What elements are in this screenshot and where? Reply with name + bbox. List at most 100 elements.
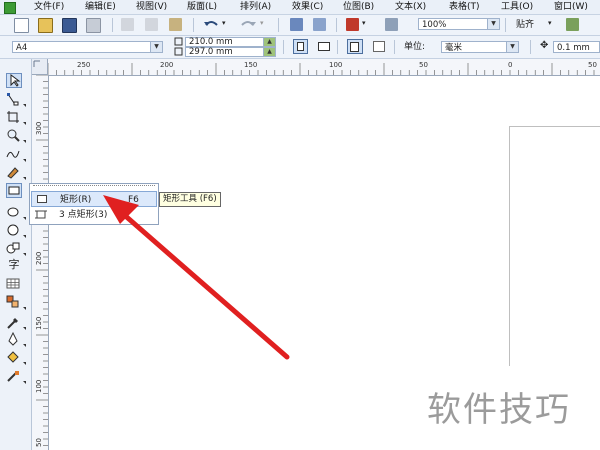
width-spinner-icon[interactable]: ▲ xyxy=(263,38,275,46)
save-icon[interactable] xyxy=(62,18,77,33)
ruler-label: 100 xyxy=(35,379,43,393)
flyout-indicator-icon xyxy=(23,327,26,330)
ruler-origin-icon xyxy=(33,60,40,67)
smart-fill-tool[interactable] xyxy=(6,165,26,180)
menu-arrange[interactable]: 排列(A) xyxy=(240,1,271,13)
flyout-item-rectangle[interactable]: 矩形(R) F6 xyxy=(31,191,157,207)
undo-icon[interactable] xyxy=(203,18,219,31)
options-icon[interactable] xyxy=(566,18,579,31)
import-icon[interactable] xyxy=(290,18,303,31)
vertical-ruler[interactable]: 300 250 200 150 100 50 xyxy=(32,75,49,450)
flyout-indicator-icon xyxy=(23,307,26,310)
flyout-indicator-icon xyxy=(23,104,26,107)
menu-edit[interactable]: 编辑(E) xyxy=(85,1,116,13)
launcher-dropdown-icon[interactable]: ▾ xyxy=(362,19,366,27)
portrait-button[interactable] xyxy=(293,39,308,54)
menu-tools[interactable]: 工具(O) xyxy=(501,1,533,13)
ruler-label: 300 xyxy=(35,121,43,135)
flyout-item-3-point-rectangle[interactable]: 3 点矩形(3) xyxy=(31,207,157,223)
ruler-label: 250 xyxy=(77,61,91,69)
all-pages-button[interactable] xyxy=(347,39,363,54)
paste-icon[interactable] xyxy=(169,18,182,31)
rectangle-tool-flyout: 矩形(R) F6 3 点矩形(3) xyxy=(29,183,159,225)
separator xyxy=(112,18,113,32)
redo-icon[interactable] xyxy=(240,18,256,31)
flyout-indicator-icon xyxy=(23,362,26,365)
page-height-input[interactable]: 297.0 mm ▲ xyxy=(185,47,276,57)
application-launcher-icon[interactable] xyxy=(346,18,359,31)
text-tool[interactable]: 字 xyxy=(6,258,22,273)
flyout-indicator-icon xyxy=(23,217,26,220)
basic-shapes-tool[interactable] xyxy=(6,241,26,256)
welcome-screen-icon[interactable] xyxy=(385,18,398,31)
print-icon[interactable] xyxy=(86,18,101,33)
ruler-label: 200 xyxy=(160,61,174,69)
pick-tool[interactable] xyxy=(6,73,22,88)
menu-table[interactable]: 表格(T) xyxy=(449,1,480,13)
nudge-distance-input[interactable]: 0.1 mm xyxy=(553,41,600,53)
app-logo-icon[interactable] xyxy=(4,2,16,14)
table-tool[interactable] xyxy=(6,277,22,292)
horizontal-ruler[interactable]: 250 200 150 100 50 0 50 xyxy=(48,59,600,76)
chevron-down-icon[interactable]: ▼ xyxy=(150,42,162,52)
crop-tool[interactable] xyxy=(6,110,26,125)
rectangle-icon xyxy=(37,195,47,203)
interactive-fill-tool[interactable] xyxy=(6,369,26,384)
freehand-tool[interactable] xyxy=(6,147,26,162)
paper-size-combo[interactable]: A4 ▼ xyxy=(12,41,163,53)
ruler-label: 150 xyxy=(35,316,43,330)
flyout-indicator-icon xyxy=(23,159,26,162)
freehand-curve-icon xyxy=(6,150,20,158)
menu-text[interactable]: 文本(X) xyxy=(395,1,426,13)
separator xyxy=(193,18,194,32)
nudge-icon: ✥ xyxy=(540,40,549,51)
landscape-icon[interactable] xyxy=(318,42,330,51)
zoom-tool[interactable] xyxy=(6,128,26,143)
open-folder-icon[interactable] xyxy=(38,18,53,33)
flyout-indicator-icon xyxy=(23,344,26,347)
ellipse-tool[interactable] xyxy=(6,205,26,220)
snap-to-label[interactable]: 贴齐 xyxy=(516,19,534,31)
page-width-input[interactable]: 210.0 mm ▲ xyxy=(185,37,276,47)
rectangle-tool[interactable] xyxy=(6,183,22,198)
zoom-combo[interactable]: 100% ▼ xyxy=(418,18,500,30)
page-height-value: 297.0 mm xyxy=(189,47,233,57)
flyout-grip[interactable] xyxy=(33,185,155,188)
eyedropper-tool[interactable] xyxy=(6,315,26,330)
ellipse-icon xyxy=(7,207,19,217)
cut-icon[interactable] xyxy=(121,18,134,31)
height-spinner-icon[interactable]: ▲ xyxy=(263,48,275,56)
snap-dropdown-icon[interactable]: ▾ xyxy=(548,19,552,27)
chevron-down-icon[interactable]: ▼ xyxy=(487,19,499,29)
menu-view[interactable]: 视图(V) xyxy=(136,1,167,13)
ruler-origin[interactable] xyxy=(32,59,48,75)
menu-window[interactable]: 窗口(W) xyxy=(554,1,588,13)
new-document-icon[interactable] xyxy=(14,18,29,33)
ruler-label: 50 xyxy=(419,61,428,69)
polygon-tool[interactable] xyxy=(6,223,26,238)
fill-tool[interactable] xyxy=(6,350,26,365)
undo-dropdown-icon[interactable]: ▾ xyxy=(222,19,226,27)
chevron-down-icon[interactable]: ▼ xyxy=(506,42,518,52)
shape-tool[interactable] xyxy=(6,92,26,107)
all-pages-icon xyxy=(350,42,359,52)
redo-dropdown-icon[interactable]: ▾ xyxy=(260,19,264,27)
unit-combo[interactable]: 毫米 ▼ xyxy=(441,41,519,53)
ruler-label: 50 xyxy=(35,438,43,447)
menu-file[interactable]: 文件(F) xyxy=(34,1,64,13)
flyout-indicator-icon xyxy=(23,253,26,256)
unit-value: 毫米 xyxy=(445,43,463,53)
outline-tool[interactable] xyxy=(6,331,26,347)
ruler-label: 150 xyxy=(244,61,258,69)
ruler-label: 50 xyxy=(588,61,597,69)
menu-bitmaps[interactable]: 位图(B) xyxy=(343,1,374,13)
menu-layout[interactable]: 版面(L) xyxy=(187,1,217,13)
copy-icon[interactable] xyxy=(145,18,158,31)
flyout-indicator-icon xyxy=(23,177,26,180)
menu-effects[interactable]: 效果(C) xyxy=(292,1,323,13)
current-page-icon[interactable] xyxy=(373,41,385,52)
three-point-rectangle-icon xyxy=(35,210,47,219)
interactive-blend-tool[interactable] xyxy=(6,295,26,310)
export-icon[interactable] xyxy=(313,18,326,31)
separator xyxy=(394,40,395,54)
